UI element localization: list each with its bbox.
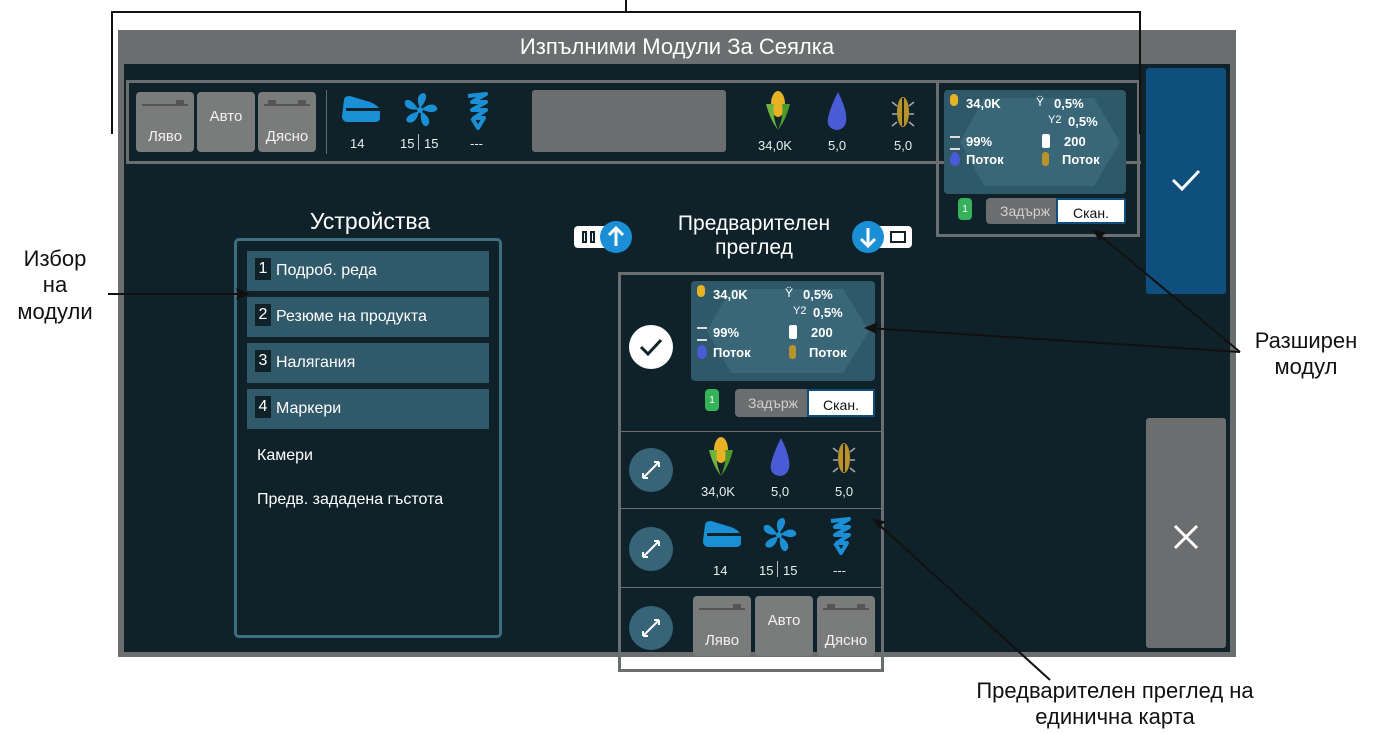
callout-line: единична карта <box>1035 704 1195 730</box>
callout-single-card: Предварителен преглед на единична карта <box>900 678 1330 731</box>
callout-expanded-module: Разширен модул <box>1236 328 1376 381</box>
callout-line: Избор <box>23 246 87 271</box>
callout-line: модули <box>17 298 93 324</box>
callout-line: на <box>42 272 68 298</box>
callout-line: Разширен <box>1254 328 1358 353</box>
callout-line: Предварителен преглед на <box>976 678 1254 703</box>
callout-lines <box>108 0 1241 681</box>
callout-line: модул <box>1274 354 1338 380</box>
callout-module-select: Избор на модули <box>0 246 110 325</box>
